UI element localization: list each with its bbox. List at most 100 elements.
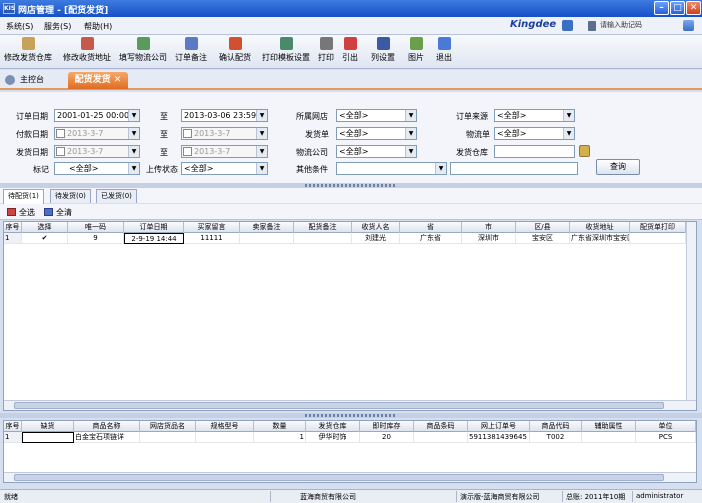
menu-service[interactable]: 服务(S) xyxy=(44,21,71,32)
column-settings-button[interactable]: 列设置 xyxy=(371,37,395,63)
print-template-button[interactable]: 打印模板设置 xyxy=(262,37,310,63)
waybill-select[interactable]: <全部> ▼ xyxy=(494,127,575,140)
other-conditions-input[interactable] xyxy=(450,162,578,175)
chevron-down-icon: ▼ xyxy=(128,163,139,174)
column-header[interactable]: 商品条码 xyxy=(414,421,468,432)
select-all-button[interactable]: 全选 xyxy=(19,207,35,218)
column-header[interactable]: 网店货品名 xyxy=(140,421,196,432)
column-header[interactable]: 收货人名 xyxy=(352,222,400,233)
column-header[interactable]: 唯一码 xyxy=(68,222,124,233)
pay-date-checkbox[interactable] xyxy=(56,129,65,138)
select-checkbox[interactable]: ✔ xyxy=(22,233,68,244)
phone-icon xyxy=(588,21,596,31)
select-all-icon xyxy=(7,208,16,216)
column-header[interactable]: 卖家备注 xyxy=(240,222,294,233)
column-header[interactable]: 配货单打印 xyxy=(630,222,686,233)
pay-date-from-input[interactable]: 2013-3-7 ▼ xyxy=(54,127,140,140)
help-search-input[interactable]: 请输入助记码 xyxy=(600,20,680,32)
upload-status-select[interactable]: <全部> ▼ xyxy=(181,162,268,175)
warehouse-input[interactable] xyxy=(494,145,575,158)
column-header[interactable]: 网上订单号 xyxy=(468,421,530,432)
warehouse-picker-icon[interactable] xyxy=(579,145,590,157)
clear-all-icon xyxy=(44,208,53,216)
column-settings-icon xyxy=(376,37,390,50)
ship-date-from-input[interactable]: 2013-3-7 ▼ xyxy=(54,145,140,158)
column-header[interactable]: 收货地址 xyxy=(570,222,630,233)
edit-address-button[interactable]: 修改收货地址 xyxy=(63,37,111,63)
close-button[interactable]: ✕ xyxy=(686,1,701,15)
horizontal-scrollbar[interactable] xyxy=(4,400,696,410)
shop-select[interactable]: <全部> ▼ xyxy=(336,109,417,122)
column-header[interactable]: 辅助属性 xyxy=(582,421,636,432)
tab-pending-allocation[interactable]: 待配货(1) xyxy=(3,189,44,204)
column-header[interactable]: 序号 xyxy=(4,421,22,432)
edit-warehouse-button[interactable]: 修改发货仓库 xyxy=(4,37,52,63)
column-header[interactable]: 即时库存 xyxy=(360,421,414,432)
column-header[interactable]: 序号 xyxy=(4,222,22,233)
order-date-to-input[interactable]: 2013-03-06 23:59 ▼ xyxy=(181,109,268,122)
maximize-button[interactable]: □ xyxy=(670,1,685,15)
invoice-select[interactable]: <全部> ▼ xyxy=(336,127,417,140)
exit-button[interactable]: 退出 xyxy=(436,37,452,63)
column-header[interactable]: 买家留言 xyxy=(184,222,240,233)
column-header[interactable]: 数量 xyxy=(254,421,306,432)
tab-pending-shipment[interactable]: 待发货(0) xyxy=(50,189,91,203)
other-conditions-select[interactable]: ▼ xyxy=(336,162,447,175)
order-source-select[interactable]: <全部> ▼ xyxy=(494,109,575,122)
column-header[interactable]: 市 xyxy=(462,222,516,233)
chat-icon[interactable] xyxy=(562,20,573,31)
column-header[interactable]: 商品代码 xyxy=(530,421,582,432)
column-header[interactable]: 订单日期 xyxy=(124,222,184,233)
ship-date-checkbox[interactable] xyxy=(56,147,65,156)
ship-date-to-input[interactable]: 2013-3-7 ▼ xyxy=(181,145,268,158)
menu-help[interactable]: 帮助(H) xyxy=(84,21,112,32)
logistics-select[interactable]: <全部> ▼ xyxy=(336,145,417,158)
column-header[interactable]: 区/县 xyxy=(516,222,570,233)
export-button[interactable]: 引出 xyxy=(342,37,358,63)
shortage-cell[interactable] xyxy=(22,432,74,443)
order-date-from-input[interactable]: 2001-01-25 00:00 ▼ xyxy=(54,109,140,122)
tab-bar: 主控台 配货发货 ✕ xyxy=(0,70,702,90)
grid-splitter[interactable] xyxy=(0,413,702,418)
logistics-button[interactable]: 填写物流公司 xyxy=(119,37,167,63)
minimize-button[interactable]: – xyxy=(654,1,669,15)
confirm-allocation-button[interactable]: 确认配货 xyxy=(219,37,251,63)
status-period: 总账: 2011年10期 xyxy=(566,493,626,501)
mark-select[interactable]: <全部> ▼ xyxy=(54,162,140,175)
tab-allocation-shipping[interactable]: 配货发货 ✕ xyxy=(68,72,128,89)
column-header[interactable]: 选择 xyxy=(22,222,68,233)
tab-close-icon[interactable]: ✕ xyxy=(114,75,122,85)
image-button[interactable]: 图片 xyxy=(408,37,424,63)
column-header[interactable]: 缺货 xyxy=(22,421,74,432)
order-date-cell[interactable]: 2-9-19 14:44 xyxy=(124,233,184,244)
horizontal-scrollbar[interactable] xyxy=(4,472,696,482)
column-header[interactable]: 省 xyxy=(400,222,462,233)
pay-date-to-checkbox[interactable] xyxy=(183,129,192,138)
column-header[interactable]: 商品名称 xyxy=(74,421,140,432)
order-note-button[interactable]: 订单备注 xyxy=(175,37,207,63)
order-source-label: 订单来源 xyxy=(456,112,488,121)
query-button[interactable]: 查询 xyxy=(596,159,640,175)
status-demo: 演示版-蓝海商贸有限公司 xyxy=(460,493,540,501)
tab-shipped[interactable]: 已发货(0) xyxy=(96,189,137,203)
table-row[interactable]: 1 ✔ 9 2-9-19 14:44 11111 刘建光 广东省 深圳市 宝安区… xyxy=(4,233,696,244)
print-button[interactable]: 打印 xyxy=(318,37,334,63)
tab-home[interactable]: 主控台 xyxy=(20,74,44,85)
search-go-icon[interactable] xyxy=(683,20,694,31)
clear-all-button[interactable]: 全清 xyxy=(56,207,72,218)
chevron-down-icon: ▼ xyxy=(128,110,139,121)
tab-nav-icon[interactable] xyxy=(5,75,15,85)
ship-date-label: 发货日期 xyxy=(16,148,48,157)
vertical-scrollbar[interactable] xyxy=(686,222,696,400)
ship-date-to-checkbox[interactable] xyxy=(183,147,192,156)
shop-label: 所属网店 xyxy=(296,112,328,121)
column-header[interactable]: 配货备注 xyxy=(294,222,352,233)
column-header[interactable]: 单位 xyxy=(636,421,696,432)
column-header[interactable]: 规格型号 xyxy=(196,421,254,432)
chevron-down-icon: ▼ xyxy=(405,110,416,121)
pay-date-to-input[interactable]: 2013-3-7 ▼ xyxy=(181,127,268,140)
table-row[interactable]: 1 白金宝石项链详 1 伊华时饰 20 5911381439645 T002 P… xyxy=(4,432,696,443)
column-header[interactable]: 发货仓库 xyxy=(306,421,360,432)
chevron-down-icon: ▼ xyxy=(256,128,267,139)
menu-system[interactable]: 系统(S) xyxy=(6,21,33,32)
